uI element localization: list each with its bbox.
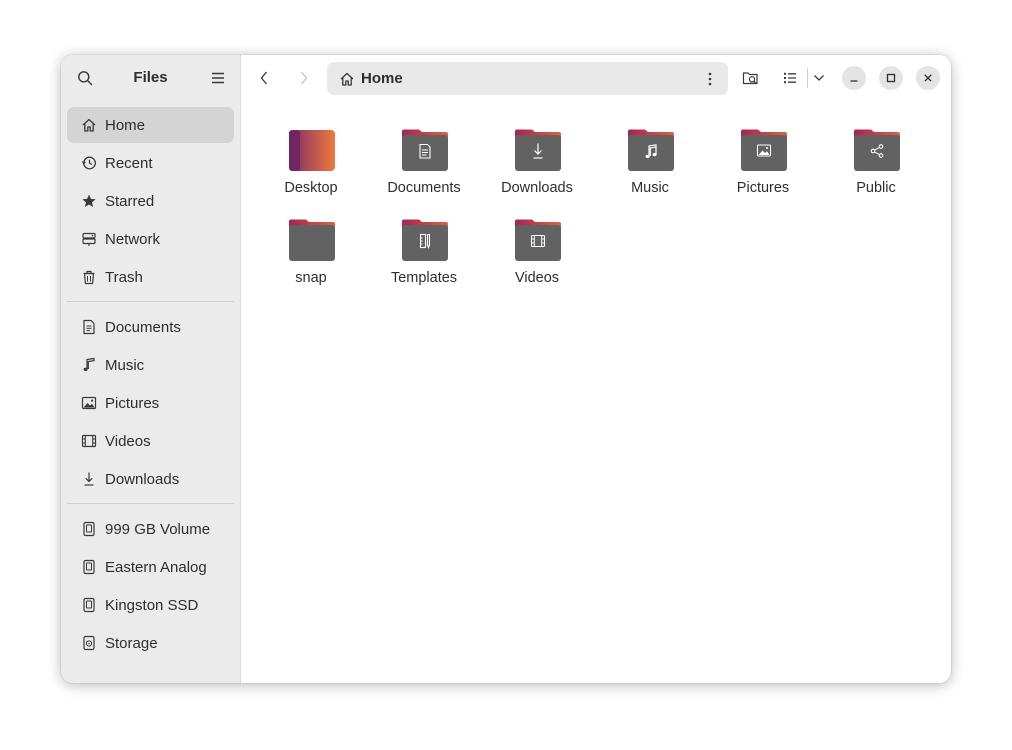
folder-name: Templates (390, 270, 458, 286)
folder-name: Pictures (736, 180, 790, 196)
folder-name: Videos (514, 270, 560, 286)
sidebar-item-label: Network (105, 230, 161, 248)
sidebar-item-label: Storage (105, 634, 158, 652)
folder-item-templates[interactable]: Templates (374, 219, 474, 299)
recent-icon (81, 156, 96, 170)
sidebar: Files Home Recent Starred Network Trash … (61, 55, 241, 683)
sidebar-item-label: Music (105, 356, 145, 374)
trash-icon (83, 270, 95, 285)
drive-icon (83, 597, 95, 613)
documents-folder-icon (402, 129, 448, 171)
public-folder-icon (854, 129, 900, 171)
sidebar-item-documents[interactable]: Documents (67, 309, 234, 345)
sidebar-item-label: Starred (105, 192, 155, 210)
star-icon (82, 194, 96, 207)
videos-folder-icon (515, 219, 561, 261)
sidebar-item-downloads[interactable]: Downloads (67, 461, 234, 497)
folder-name: Music (631, 180, 669, 196)
sidebar-item-recent[interactable]: Recent (67, 145, 234, 181)
sidebar-item-label: Kingston SSD (105, 596, 199, 614)
folder-item-downloads[interactable]: Downloads (487, 129, 587, 209)
sidebar-item-label: 999 GB Volume (105, 520, 211, 538)
disk-icon (83, 635, 95, 651)
document-icon (83, 319, 95, 335)
sidebar-item-label: Eastern Analog (105, 558, 207, 576)
folder-icon (289, 219, 335, 261)
main-content: Home Desktop Documents Downloads Music P… (241, 55, 951, 683)
sidebar-item-label: Downloads (105, 470, 180, 488)
sidebar-separator (67, 503, 234, 504)
sidebar-item-home[interactable]: Home (67, 107, 234, 143)
drive-icon (83, 559, 95, 575)
sidebar-item-999-gb-volume[interactable]: 999 GB Volume (67, 511, 234, 547)
sidebar-item-label: Videos (105, 432, 151, 450)
sidebar-item-starred[interactable]: Starred (67, 183, 234, 219)
sidebar-item-pictures[interactable]: Pictures (67, 385, 234, 421)
folder-item-videos[interactable]: Videos (487, 219, 587, 299)
sidebar-item-videos[interactable]: Videos (67, 423, 234, 459)
sidebar-item-music[interactable]: Music (67, 347, 234, 383)
sidebar-item-label: Home (105, 116, 146, 134)
files-window: Files Home Recent Starred Network Trash … (61, 55, 951, 683)
folder-name: Public (856, 180, 896, 196)
folder-item-music[interactable]: Music (600, 129, 700, 209)
folder-item-public[interactable]: Public (826, 129, 926, 209)
downloads-folder-icon (515, 129, 561, 171)
music-icon (83, 357, 95, 371)
hamburger-icon (212, 72, 224, 84)
home-icon (82, 118, 96, 132)
templates-folder-icon (402, 219, 448, 261)
main-menu-button[interactable] (208, 68, 228, 88)
sidebar-item-network[interactable]: Network (67, 221, 234, 257)
sidebar-header: Files (61, 55, 240, 101)
sidebar-separator (67, 301, 234, 302)
sidebar-item-storage[interactable]: Storage (67, 625, 234, 661)
sidebar-item-label: Documents (105, 318, 181, 336)
picture-icon (81, 396, 97, 410)
video-icon (81, 434, 97, 448)
drive-icon (83, 521, 95, 537)
folder-name: Downloads (501, 180, 573, 196)
download-icon (84, 472, 94, 486)
sidebar-item-label: Recent (105, 154, 153, 172)
music-folder-icon (628, 129, 674, 171)
sidebar-item-label: Pictures (105, 394, 160, 412)
folder-item-desktop[interactable]: Desktop (261, 129, 361, 209)
folder-name: Documents (387, 180, 461, 196)
folder-item-snap[interactable]: snap (261, 219, 361, 299)
folder-name: snap (295, 270, 327, 286)
sidebar-item-label: Trash (105, 268, 143, 286)
sidebar-item-trash[interactable]: Trash (67, 259, 234, 295)
folder-name: Desktop (284, 180, 338, 196)
pictures-folder-icon (741, 129, 787, 171)
desktop-folder-icon (289, 130, 335, 171)
sidebar-item-kingston-ssd[interactable]: Kingston SSD (67, 587, 234, 623)
sidebar-list: Home Recent Starred Network Trash Docume… (67, 107, 234, 663)
folder-item-pictures[interactable]: Pictures (713, 129, 813, 209)
sidebar-item-eastern-analog[interactable]: Eastern Analog (67, 549, 234, 585)
network-icon (82, 232, 96, 246)
folder-item-documents[interactable]: Documents (374, 129, 474, 209)
folder-grid: Desktop Documents Downloads Music Pictur… (241, 55, 951, 683)
